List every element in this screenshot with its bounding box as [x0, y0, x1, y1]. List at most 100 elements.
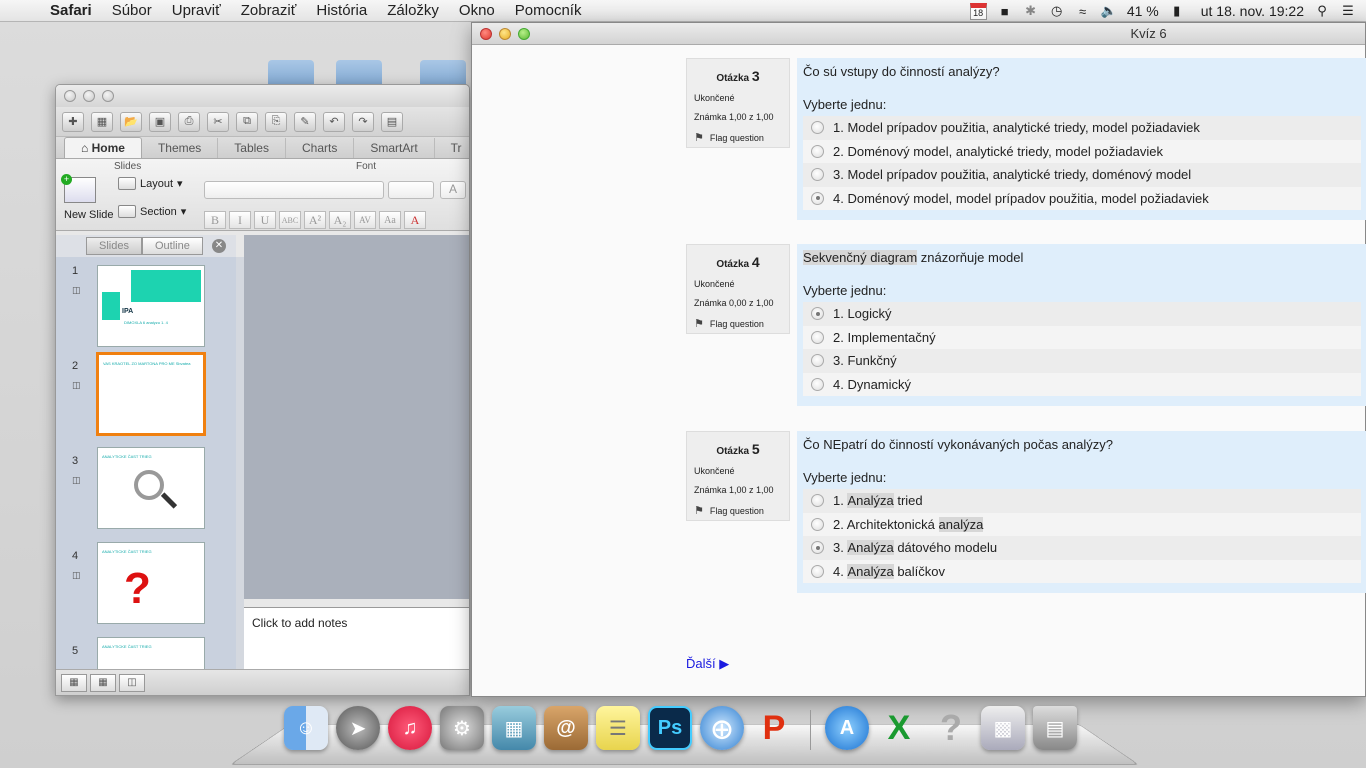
- format-painter-icon[interactable]: ✎: [294, 111, 316, 132]
- powerpoint-icon[interactable]: P: [752, 706, 796, 750]
- bold-button[interactable]: B: [204, 211, 226, 229]
- pane-splitter[interactable]: [236, 257, 244, 671]
- new-icon[interactable]: ✚: [62, 111, 84, 132]
- gallery-icon[interactable]: ▦: [91, 111, 113, 132]
- trash-icon[interactable]: ▤: [1033, 706, 1077, 750]
- answer-option[interactable]: 4. Analýza balíčkov: [803, 559, 1361, 583]
- slide-thumbnail[interactable]: ANALYTICKE ČAST TRIEG: [97, 637, 205, 671]
- slide-canvas[interactable]: [244, 235, 469, 599]
- notification-center-icon[interactable]: ☰: [1340, 3, 1356, 19]
- radio-button[interactable]: [811, 564, 824, 578]
- change-case-button[interactable]: Aa: [379, 211, 401, 229]
- radio-button-checked[interactable]: [811, 307, 824, 321]
- undo-icon[interactable]: ↶: [323, 111, 345, 132]
- font-color-button[interactable]: A: [404, 211, 426, 229]
- clock[interactable]: ut 18. nov. 19:22: [1201, 3, 1304, 19]
- answer-option[interactable]: 1. Logický: [803, 302, 1361, 326]
- open-icon[interactable]: 📂: [120, 111, 142, 132]
- view-icon[interactable]: ▤: [381, 111, 403, 132]
- strikethrough-button[interactable]: ABC: [279, 211, 301, 229]
- copy-icon[interactable]: ⧉: [236, 111, 258, 132]
- system-preferences-icon[interactable]: ⚙: [440, 706, 484, 750]
- flag-question-link[interactable]: ⚑ Flag question: [694, 131, 782, 144]
- char-spacing-button[interactable]: AV: [354, 211, 376, 229]
- radio-button[interactable]: [811, 121, 824, 135]
- font-size-select[interactable]: [388, 181, 434, 199]
- bluetooth-icon[interactable]: ✱: [1023, 3, 1039, 19]
- time-machine-icon[interactable]: ◷: [1049, 3, 1065, 19]
- tab-slides[interactable]: Slides: [86, 237, 142, 255]
- volume-icon[interactable]: 🔈: [1101, 3, 1117, 19]
- slide-thumbnail-selected[interactable]: VAS KRAOTEL ZO MARTONA PRO ME Sbvatea: [96, 352, 206, 436]
- ppt-close-button[interactable]: [64, 90, 76, 102]
- slide-sorter-icon[interactable]: ▦: [90, 673, 116, 692]
- stickies-icon[interactable]: ☰: [596, 706, 640, 750]
- tab-transitions[interactable]: Tr: [435, 138, 469, 158]
- radio-button[interactable]: [811, 144, 824, 158]
- battery-icon[interactable]: ▮: [1169, 3, 1185, 19]
- calendar-icon[interactable]: 18: [969, 2, 987, 20]
- evernote-icon[interactable]: ■: [997, 3, 1013, 19]
- radio-button[interactable]: [811, 517, 824, 531]
- answer-option[interactable]: 3. Analýza dátového modelu: [803, 536, 1361, 560]
- menu-subor[interactable]: Súbor: [102, 2, 162, 19]
- grow-font-button[interactable]: A: [440, 181, 466, 199]
- section-button[interactable]: Section ▾: [118, 205, 186, 218]
- subscript-button[interactable]: A₂: [329, 211, 351, 229]
- answer-option[interactable]: 1. Analýza tried: [803, 489, 1361, 513]
- menu-zobrazit[interactable]: Zobraziť: [231, 2, 307, 19]
- answer-option[interactable]: 4. Doménový model, model prípadov použit…: [803, 186, 1361, 210]
- app-store-icon[interactable]: A: [825, 706, 869, 750]
- paste-icon[interactable]: ⎘: [265, 111, 287, 132]
- slide-thumbnail[interactable]: ANALYTICKE ČAST TRIEG: [97, 447, 205, 529]
- flag-question-link[interactable]: ⚑ Flag question: [694, 504, 782, 517]
- menu-zalozky[interactable]: Záložky: [377, 2, 449, 19]
- answer-option[interactable]: 2. Doménový model, analytické triedy, mo…: [803, 139, 1361, 163]
- contacts-icon[interactable]: @: [544, 706, 588, 750]
- preview-icon[interactable]: ▦: [492, 706, 536, 750]
- radio-button[interactable]: [811, 494, 824, 508]
- radio-button[interactable]: [811, 377, 824, 391]
- slide-thumbnail[interactable]: IPA DIMOXLA 6 analyzu 1. 4: [97, 265, 205, 347]
- print-icon[interactable]: ⎙: [178, 111, 200, 132]
- next-page-link[interactable]: Ďalší ▶: [686, 656, 729, 672]
- redo-icon[interactable]: ↷: [352, 111, 374, 132]
- tab-themes[interactable]: Themes: [142, 138, 219, 158]
- flag-question-link[interactable]: ⚑ Flag question: [694, 317, 782, 330]
- tab-charts[interactable]: Charts: [286, 138, 355, 158]
- save-icon[interactable]: ▣: [149, 111, 171, 132]
- radio-button[interactable]: [811, 168, 824, 182]
- new-slide-button[interactable]: + New Slide: [61, 174, 114, 221]
- wifi-icon[interactable]: ≈: [1075, 3, 1091, 19]
- radio-button[interactable]: [811, 354, 824, 368]
- excel-icon[interactable]: X: [877, 706, 921, 750]
- layout-button[interactable]: Layout ▾: [118, 177, 183, 190]
- launchpad-icon[interactable]: ➤: [336, 706, 380, 750]
- finder-icon[interactable]: ☺: [284, 706, 328, 750]
- spotlight-search-icon[interactable]: ⚲: [1314, 3, 1330, 19]
- tab-outline[interactable]: Outline: [141, 237, 203, 255]
- radio-button[interactable]: [811, 330, 824, 344]
- radio-button-checked[interactable]: [811, 541, 824, 555]
- slideshow-icon[interactable]: ◫: [119, 673, 145, 692]
- menu-historia[interactable]: História: [306, 2, 377, 19]
- ppt-zoom-button[interactable]: [102, 90, 114, 102]
- photoshop-icon[interactable]: Ps: [648, 706, 692, 750]
- answer-option[interactable]: 3. Model prípadov použitia, analytické t…: [803, 163, 1361, 187]
- italic-button[interactable]: I: [229, 211, 251, 229]
- tab-home[interactable]: ⌂ Home: [64, 137, 142, 158]
- tab-tables[interactable]: Tables: [218, 138, 286, 158]
- network-icon[interactable]: ▩: [981, 706, 1025, 750]
- close-pane-icon[interactable]: ✕: [212, 239, 226, 253]
- underline-button[interactable]: U: [254, 211, 276, 229]
- menu-upravit[interactable]: Upraviť: [162, 2, 231, 19]
- notes-field[interactable]: Click to add notes: [244, 607, 469, 671]
- radio-button-checked[interactable]: [811, 191, 824, 205]
- font-name-select[interactable]: [204, 181, 384, 199]
- ppt-minimize-button[interactable]: [83, 90, 95, 102]
- battery-percent[interactable]: 41 %: [1127, 3, 1159, 19]
- answer-option[interactable]: 1. Model prípadov použitia, analytické t…: [803, 116, 1361, 140]
- itunes-icon[interactable]: ♫: [388, 706, 432, 750]
- slide-thumbnail[interactable]: ANALYTICKE ČAST TRIEG ?: [97, 542, 205, 624]
- cut-icon[interactable]: ✂: [207, 111, 229, 132]
